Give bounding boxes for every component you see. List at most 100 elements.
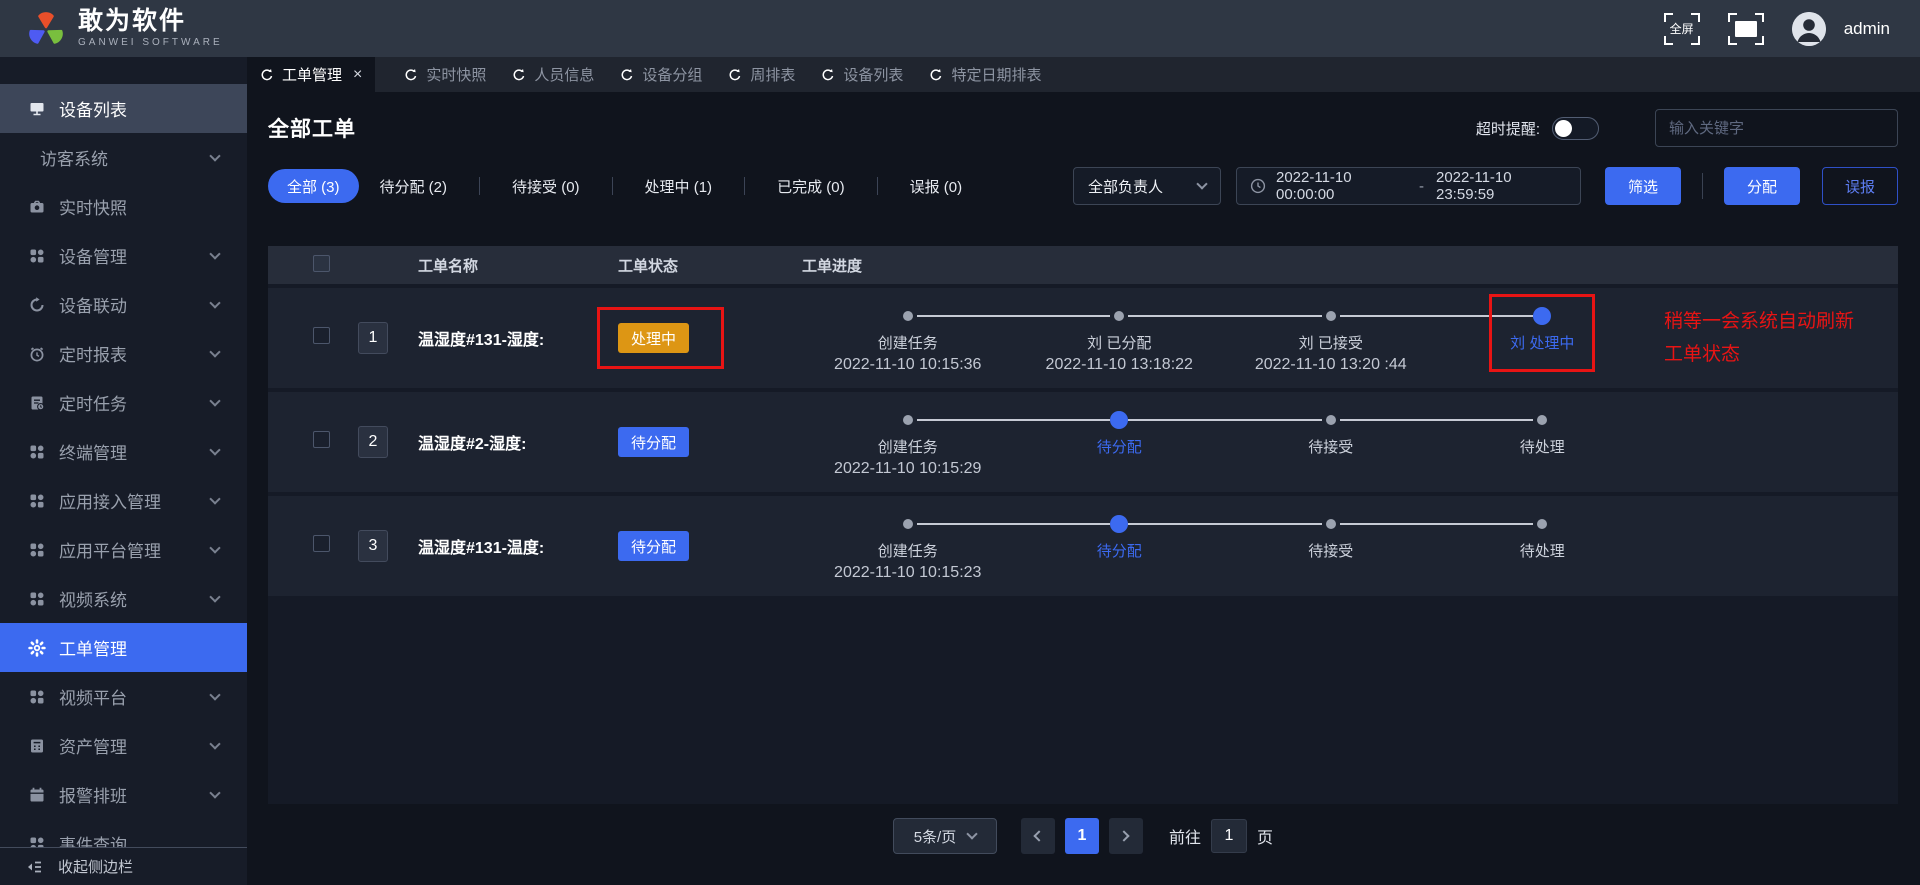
sidebar-item-定时报表[interactable]: 定时报表 — [0, 329, 247, 378]
sidebar-item-终端管理[interactable]: 终端管理 — [0, 427, 247, 476]
sidebar-item-定时任务[interactable]: 定时任务 — [0, 378, 247, 427]
tab-实时快照[interactable]: 实时快照 × — [391, 57, 499, 92]
goto-page-input[interactable] — [1211, 819, 1247, 853]
row-checkbox[interactable] — [313, 431, 330, 448]
sidebar-item-label: 应用接入管理 — [59, 488, 211, 513]
page-size-select[interactable]: 5条/页 — [893, 818, 997, 854]
sidebar-item-label: 定时任务 — [59, 390, 211, 415]
sidebar-item-访客系统[interactable]: 访客系统 — [0, 133, 247, 182]
sidebar-item-label: 视频平台 — [59, 684, 211, 709]
step-dot — [1326, 415, 1336, 425]
sidebar-item-label: 资产管理 — [59, 733, 211, 758]
sidebar-item-实时快照[interactable]: 实时快照 — [0, 182, 247, 231]
brand-name-cn: 敢为软件 — [78, 9, 223, 34]
progress-step-待分配: 待分配 — [1014, 392, 1226, 492]
collapse-label: 收起侧边栏 — [58, 856, 133, 877]
current-page[interactable]: 1 — [1065, 818, 1099, 854]
sidebar-item-label: 设备管理 — [59, 243, 211, 268]
sidebar-item-设备列表[interactable]: 设备列表 — [0, 84, 247, 133]
avatar[interactable] — [1792, 12, 1826, 46]
grid-icon — [28, 541, 46, 559]
status-filter-已完成[interactable]: 已完成 (0) — [760, 169, 862, 203]
grid-icon — [28, 492, 46, 510]
tab-特定日期排表[interactable]: 特定日期排表 × — [916, 57, 1054, 92]
sidebar-item-视频平台[interactable]: 视频平台 — [0, 672, 247, 721]
date-range-picker[interactable]: 2022-11-10 00:00:00 - 2022-11-10 23:59:5… — [1236, 167, 1581, 205]
tab-工单管理[interactable]: 工单管理 × — [247, 57, 375, 92]
sidebar-item-应用平台管理[interactable]: 应用平台管理 — [0, 525, 247, 574]
chevron-down-icon — [967, 828, 978, 839]
status-filter-待接受[interactable]: 待接受 (0) — [495, 169, 597, 203]
assign-button[interactable]: 分配 — [1724, 167, 1800, 205]
sidebar-item-设备管理[interactable]: 设备管理 — [0, 231, 247, 280]
refresh-icon[interactable] — [404, 68, 418, 82]
expand-icon[interactable] — [1728, 13, 1764, 45]
timeout-toggle[interactable] — [1552, 117, 1599, 140]
divider — [479, 177, 480, 195]
progress-step-创建任务: 创建任务2022-11-10 10:15:23 — [802, 496, 1014, 596]
sidebar-item-资产管理[interactable]: 资产管理 — [0, 721, 247, 770]
tab-设备分组[interactable]: 设备分组 × — [607, 57, 715, 92]
false-alarm-button[interactable]: 误报 — [1822, 167, 1898, 205]
page-unit-label: 页 — [1257, 824, 1273, 848]
camera-icon — [28, 198, 46, 216]
top-header-bar: 敢为软件 GANWEI SOFTWARE 全屏 admin — [0, 0, 1920, 57]
refresh-icon[interactable] — [929, 68, 943, 82]
sidebar-item-工单管理[interactable]: 工单管理 — [0, 623, 247, 672]
username[interactable]: admin — [1844, 19, 1890, 39]
refresh-icon[interactable] — [512, 68, 526, 82]
sidebar-item-设备联动[interactable]: 设备联动 — [0, 280, 247, 329]
next-page-button[interactable] — [1109, 818, 1143, 854]
annotation-note: 稍等一会系统自动刷新工单状态 — [1648, 305, 1898, 372]
tab-bar: 工单管理 × 实时快照 × 人员信息 × 设备分组 × — [247, 57, 1920, 92]
row-checkbox[interactable] — [313, 535, 330, 552]
progress-step-刘 处理中: 刘 处理中 — [1437, 288, 1649, 388]
step-dot — [1110, 515, 1128, 533]
search-input[interactable] — [1655, 109, 1898, 147]
sidebar: 设备列表 访客系统 实时快照 设备管理 设备联动 定时报表 定时任务 终端管理 … — [0, 57, 247, 885]
chevron-down-icon — [209, 591, 220, 602]
status-filter-误报[interactable]: 误报 (0) — [893, 169, 980, 203]
divider — [1702, 173, 1703, 199]
refresh-icon[interactable] — [260, 68, 274, 82]
timeout-toggle-label: 超时提醒: — [1476, 118, 1540, 139]
sidebar-item-label: 访客系统 — [40, 145, 211, 170]
sidebar-item-报警排班[interactable]: 报警排班 — [0, 770, 247, 819]
refresh-icon[interactable] — [728, 68, 742, 82]
status-filter-全部[interactable]: 全部 (3) — [268, 169, 359, 203]
step-dot — [903, 415, 913, 425]
status-filter-待分配[interactable]: 待分配 (2) — [363, 169, 465, 203]
date-separator: - — [1419, 178, 1424, 195]
tab-周排表[interactable]: 周排表 × — [715, 57, 808, 92]
progress-timeline: 创建任务2022-11-10 10:15:23待分配待接受待处理 — [802, 496, 1648, 596]
tab-人员信息[interactable]: 人员信息 × — [499, 57, 607, 92]
step-dot — [903, 311, 913, 321]
tab-设备列表[interactable]: 设备列表 × — [808, 57, 916, 92]
status-filter-处理中[interactable]: 处理中 (1) — [628, 169, 730, 203]
date-start: 2022-11-10 00:00:00 — [1276, 169, 1407, 203]
progress-step-刘 已接受: 刘 已接受2022-11-10 13:20 :44 — [1225, 288, 1437, 388]
workorder-name: 温湿度#131-湿度: — [406, 326, 618, 350]
owner-select[interactable]: 全部负责人 — [1073, 167, 1221, 205]
refresh-icon[interactable] — [620, 68, 634, 82]
sidebar-item-label: 实时快照 — [59, 194, 211, 219]
row-index-badge: 1 — [358, 322, 388, 354]
collapse-sidebar-button[interactable]: 收起侧边栏 — [0, 847, 247, 885]
select-all-checkbox[interactable] — [313, 255, 330, 272]
sidebar-item-视频系统[interactable]: 视频系统 — [0, 574, 247, 623]
close-icon[interactable]: × — [353, 66, 362, 84]
refresh-icon[interactable] — [821, 68, 835, 82]
prev-page-button[interactable] — [1021, 818, 1055, 854]
row-checkbox[interactable] — [313, 327, 330, 344]
divider — [744, 177, 745, 195]
filter-button[interactable]: 筛选 — [1605, 167, 1681, 205]
progress-step-刘 已分配: 刘 已分配2022-11-10 13:18:22 — [1014, 288, 1226, 388]
sidebar-item-label: 视频系统 — [59, 586, 211, 611]
chevron-down-icon — [209, 493, 220, 504]
sidebar-item-label: 设备联动 — [59, 292, 211, 317]
sidebar-item-应用接入管理[interactable]: 应用接入管理 — [0, 476, 247, 525]
step-label: 待接受 — [1225, 436, 1437, 457]
table-row: 2 温湿度#2-湿度: 待分配 创建任务2022-11-10 10:15:29待… — [268, 392, 1898, 492]
column-header-progress: 工单进度 — [802, 255, 1648, 276]
fullscreen-icon[interactable]: 全屏 — [1664, 13, 1700, 45]
